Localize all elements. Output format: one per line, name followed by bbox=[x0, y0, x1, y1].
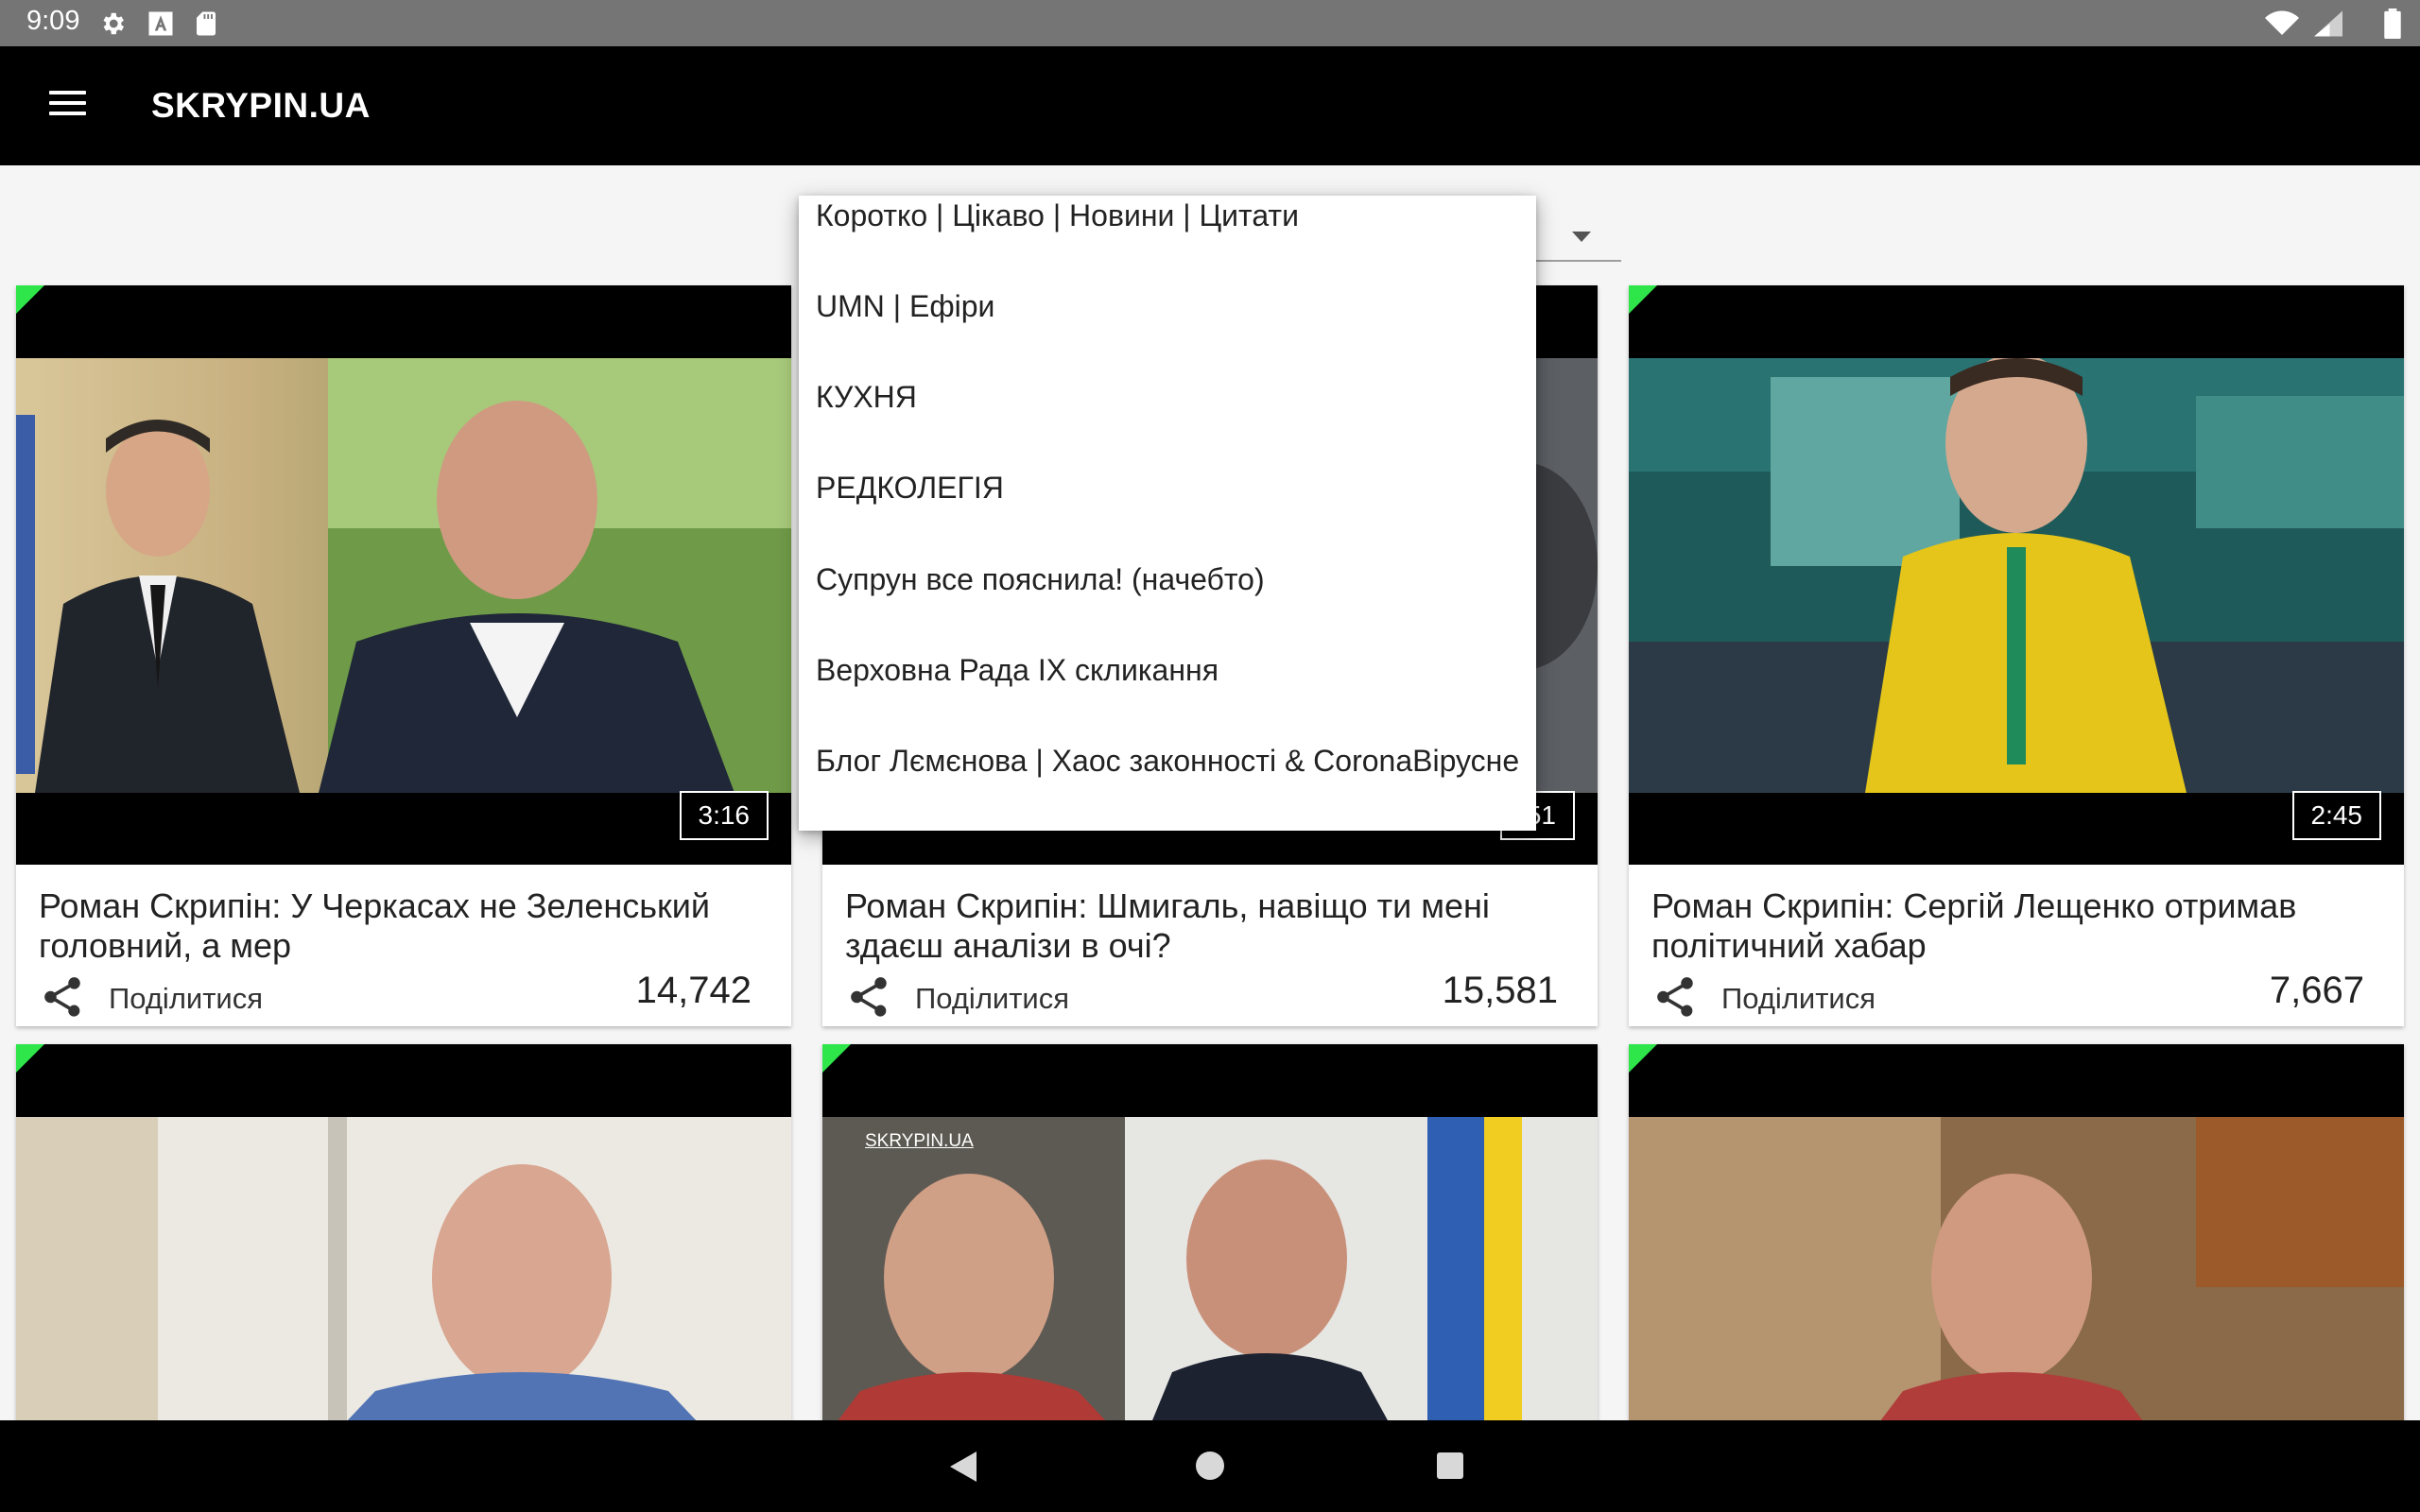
app-bar: SKRYPIN.UA bbox=[0, 46, 2420, 165]
app-title: SKRYPIN.UA bbox=[151, 86, 371, 125]
video-title[interactable]: Роман Скрипін: У Черкасах не Зеленський … bbox=[39, 886, 767, 966]
signal-icon bbox=[2314, 10, 2342, 37]
new-corner-marker bbox=[16, 285, 44, 314]
share-icon bbox=[44, 977, 80, 1017]
thumbnail-watermark: SKRYPIN.UA bbox=[865, 1131, 974, 1151]
home-icon[interactable] bbox=[1196, 1452, 1224, 1480]
video-card[interactable]: 2:45 Роман Скрипін: Сергій Лещенко отрим… bbox=[1629, 285, 2404, 1026]
new-corner-marker bbox=[1629, 1044, 1657, 1073]
video-thumbnail[interactable]: 2:45 bbox=[1629, 285, 2404, 865]
settings-icon bbox=[103, 12, 124, 35]
view-count: 7,667 bbox=[2269, 970, 2364, 1011]
video-thumbnail[interactable] bbox=[16, 1044, 791, 1441]
video-duration: 3:16 bbox=[679, 791, 769, 840]
battery-icon bbox=[2384, 9, 2401, 39]
dropdown-item[interactable]: Коротко | Цікаво | Новини | Цитати bbox=[816, 198, 1299, 233]
video-title[interactable]: Роман Скрипін: Шмигаль, навіщо ти мені з… bbox=[845, 886, 1573, 966]
thumbnail-image bbox=[16, 1117, 791, 1441]
keyboard-a-icon bbox=[148, 11, 173, 36]
video-thumbnail[interactable] bbox=[1629, 1044, 2404, 1441]
menu-button[interactable] bbox=[38, 80, 98, 133]
hamburger-line bbox=[49, 112, 86, 115]
dropdown-item[interactable]: Супрун все пояснила! (начебто) bbox=[816, 562, 1265, 597]
dropdown-item[interactable]: КУХНЯ bbox=[816, 380, 917, 415]
dropdown-item[interactable]: РЕДКОЛЕГІЯ bbox=[816, 471, 1004, 506]
share-label: Поділитися bbox=[109, 982, 264, 1015]
video-card[interactable] bbox=[16, 1044, 791, 1441]
video-card[interactable] bbox=[1629, 1044, 2404, 1441]
dropdown-arrow-icon[interactable] bbox=[1572, 232, 1591, 242]
video-card[interactable]: 3:16 Роман Скрипін: У Черкасах не Зеленс… bbox=[16, 285, 791, 1026]
hamburger-line bbox=[49, 101, 86, 105]
status-bar: 9:09 bbox=[0, 0, 2420, 46]
status-time: 9:09 bbox=[26, 6, 80, 36]
back-icon[interactable] bbox=[950, 1452, 977, 1482]
video-title[interactable]: Роман Скрипін: Сергій Лещенко отримав по… bbox=[1651, 886, 2379, 966]
share-icon bbox=[851, 977, 887, 1017]
dropdown-item[interactable]: UMN | Ефіри bbox=[816, 289, 994, 324]
recents-icon[interactable] bbox=[1437, 1452, 1463, 1479]
video-card[interactable]: SKRYPIN.UA bbox=[822, 1044, 1598, 1441]
new-corner-marker bbox=[1629, 285, 1657, 314]
dropdown-item[interactable]: Верховна Рада IX скликання bbox=[816, 653, 1219, 688]
thumbnail-image bbox=[822, 1117, 1598, 1441]
hamburger-menu-icon bbox=[49, 91, 86, 94]
dropdown-item[interactable]: Блог Лємєнова | Хаос законності & Corona… bbox=[816, 744, 1519, 779]
view-count: 14,742 bbox=[635, 970, 752, 1011]
share-label: Поділитися bbox=[915, 982, 1070, 1015]
new-corner-marker bbox=[16, 1044, 44, 1073]
thumbnail-image bbox=[1629, 1117, 2404, 1441]
share-label: Поділитися bbox=[1721, 982, 1876, 1015]
system-nav-bar bbox=[0, 1420, 2420, 1512]
share-icon bbox=[1657, 977, 1693, 1017]
thumbnail-image bbox=[16, 358, 791, 793]
wifi-icon bbox=[2265, 10, 2299, 35]
new-corner-marker bbox=[822, 1044, 851, 1073]
video-thumbnail[interactable]: 3:16 bbox=[16, 285, 791, 865]
sd-card-icon bbox=[197, 11, 216, 36]
view-count: 15,581 bbox=[1442, 970, 1558, 1011]
category-dropdown-menu[interactable]: Коротко | Цікаво | Новини | Цитати UMN |… bbox=[799, 196, 1536, 831]
video-duration: 2:45 bbox=[2291, 791, 2381, 840]
video-thumbnail[interactable]: SKRYPIN.UA bbox=[822, 1044, 1598, 1441]
thumbnail-image bbox=[1629, 358, 2404, 793]
